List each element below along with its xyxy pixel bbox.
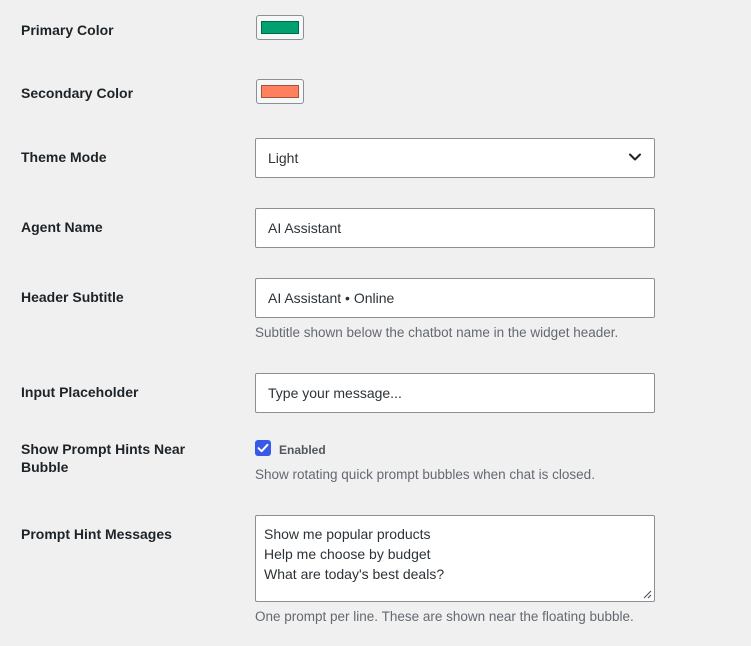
prompt-message-line: What are today's best deals?	[264, 566, 445, 582]
theme-mode-select[interactable]: Light	[255, 138, 655, 178]
prompt-messages-description: One prompt per line. These are shown nea…	[255, 609, 634, 624]
prompt-message-line: Help me choose by budget	[264, 546, 431, 562]
prompt-hints-description: Show rotating quick prompt bubbles when …	[255, 467, 595, 482]
chevron-down-icon	[629, 153, 641, 161]
input-placeholder-label: Input Placeholder	[21, 384, 139, 400]
input-placeholder-input[interactable]: Type your message...	[255, 373, 655, 413]
agent-name-value: AI Assistant	[268, 220, 342, 236]
header-subtitle-label: Header Subtitle	[21, 289, 124, 305]
agent-name-input[interactable]: AI Assistant	[255, 208, 655, 248]
prompt-hints-label: Show Prompt Hints Near Bubble	[21, 441, 186, 475]
primary-color-picker-button[interactable]	[256, 15, 304, 40]
prompt-messages-label: Prompt Hint Messages	[21, 526, 172, 542]
primary-color-swatch	[261, 21, 299, 34]
theme-mode-value: Light	[268, 150, 299, 166]
secondary-color-swatch	[261, 85, 299, 98]
prompt-hints-checkbox-label[interactable]: Enabled	[279, 442, 326, 458]
header-subtitle-value: AI Assistant • Online	[268, 290, 395, 306]
input-placeholder-value: Type your message...	[268, 385, 402, 401]
agent-name-label: Agent Name	[21, 219, 103, 235]
prompt-messages-textarea[interactable]: Show me popular products Help me choose …	[255, 515, 655, 602]
header-subtitle-description: Subtitle shown below the chatbot name in…	[255, 325, 619, 340]
prompt-hints-checkbox[interactable]	[255, 440, 271, 456]
theme-mode-label: Theme Mode	[21, 149, 107, 165]
prompt-message-line: Show me popular products	[264, 526, 431, 542]
primary-color-label: Primary Color	[21, 22, 114, 38]
checkmark-icon	[257, 443, 269, 453]
header-subtitle-input[interactable]: AI Assistant • Online	[255, 278, 655, 318]
secondary-color-label: Secondary Color	[21, 85, 134, 101]
secondary-color-picker-button[interactable]	[256, 79, 304, 104]
resize-handle-icon[interactable]	[642, 589, 652, 599]
